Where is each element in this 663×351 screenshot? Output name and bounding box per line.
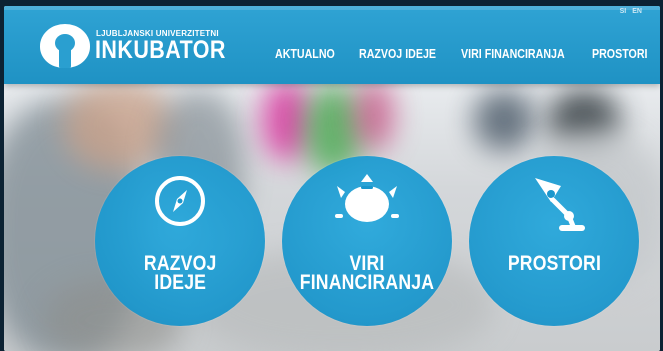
desk-lamp-icon: [535, 178, 585, 231]
feature-label: RAZVOJ IDEJE: [143, 252, 217, 294]
feature-viri-financiranja[interactable]: VIRI FINANCIRANJA: [282, 156, 452, 326]
feature-label: VIRI FINANCIRANJA: [299, 252, 435, 294]
page: LJUBLJANSKI UNIVERZITETNI INKUBATOR SI E…: [4, 6, 660, 351]
feature-prostori[interactable]: PROSTORI: [469, 156, 639, 326]
piggy-bank-icon: [335, 174, 399, 222]
main-navigation: AKTUALNO RAZVOJ IDEJE VIRI FINANCIRANJA …: [4, 46, 660, 66]
language-option[interactable]: EN: [632, 8, 642, 15]
language-option[interactable]: SI: [620, 8, 627, 15]
nav-item-razvoj-ideje[interactable]: RAZVOJ IDEJE: [359, 46, 436, 61]
nav-item-prostori[interactable]: PROSTORI: [592, 46, 647, 61]
compass-icon: [155, 176, 205, 226]
feature-label: PROSTORI: [507, 252, 601, 275]
site-header: LJUBLJANSKI UNIVERZITETNI INKUBATOR SI E…: [4, 6, 660, 84]
nav-item-viri-financiranja[interactable]: VIRI FINANCIRANJA: [461, 46, 565, 61]
nav-item-aktualno[interactable]: AKTUALNO: [275, 46, 335, 61]
language-switcher: SI EN: [620, 8, 642, 15]
feature-razvoj-ideje[interactable]: RAZVOJ IDEJE: [95, 156, 265, 326]
